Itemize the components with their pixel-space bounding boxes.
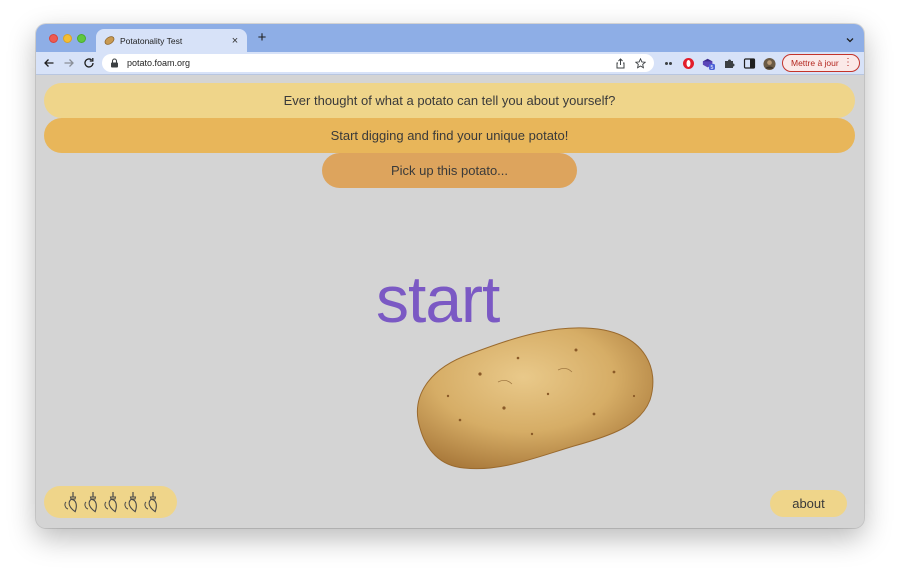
browser-toolbar: potato.foam.org 5 Mettre à jour ⋮	[36, 52, 864, 75]
extension-dots-icon[interactable]	[662, 57, 675, 70]
trowel-icon	[102, 490, 119, 514]
close-tab-icon[interactable]: ×	[229, 35, 241, 47]
dig-banner: Start digging and find your unique potat…	[44, 118, 855, 153]
tab-strip: Potatonality Test × +	[36, 24, 864, 52]
side-panel-icon[interactable]	[743, 57, 756, 70]
trowel-icon	[82, 490, 99, 514]
trowel-icon	[142, 490, 159, 514]
reload-icon[interactable]	[82, 56, 96, 70]
close-window-button[interactable]	[49, 34, 58, 43]
opera-icon[interactable]	[682, 57, 695, 70]
puzzle-icon[interactable]	[723, 57, 736, 70]
minimize-window-button[interactable]	[63, 34, 72, 43]
share-icon[interactable]	[614, 57, 626, 69]
intro-banner: Ever thought of what a potato can tell y…	[44, 83, 855, 118]
tab-potatonality[interactable]: Potatonality Test ×	[96, 29, 247, 52]
back-icon[interactable]	[42, 56, 56, 70]
lock-icon[interactable]	[110, 58, 119, 68]
page-viewport: Ever thought of what a potato can tell y…	[36, 76, 864, 528]
zoom-window-button[interactable]	[77, 34, 86, 43]
potato-image[interactable]	[408, 316, 658, 476]
potato-icon	[104, 35, 115, 46]
profile-avatar[interactable]	[763, 57, 776, 70]
pick-potato-banner: Pick up this potato...	[322, 153, 577, 188]
update-button-label: Mettre à jour	[791, 58, 839, 68]
trowel-icon	[122, 490, 139, 514]
url-text[interactable]: potato.foam.org	[127, 58, 614, 68]
trowel-icon	[62, 490, 79, 514]
tab-title: Potatonality Test	[120, 35, 183, 46]
chevron-down-icon[interactable]	[845, 32, 855, 43]
about-button[interactable]: about	[770, 490, 847, 517]
update-button[interactable]: Mettre à jour ⋮	[782, 54, 860, 72]
forward-icon[interactable]	[62, 56, 76, 70]
progress-trowels	[44, 486, 177, 518]
new-tab-icon[interactable]: +	[255, 30, 269, 46]
address-bar[interactable]: potato.foam.org	[102, 54, 654, 72]
extension-badge-count: 5	[711, 65, 714, 71]
browser-window: Potatonality Test × + potato.foam.org 5 …	[36, 24, 864, 528]
bookmark-star-icon[interactable]	[634, 57, 646, 69]
extension-badge-icon[interactable]: 5	[702, 57, 715, 71]
more-vert-icon[interactable]: ⋮	[843, 56, 853, 70]
